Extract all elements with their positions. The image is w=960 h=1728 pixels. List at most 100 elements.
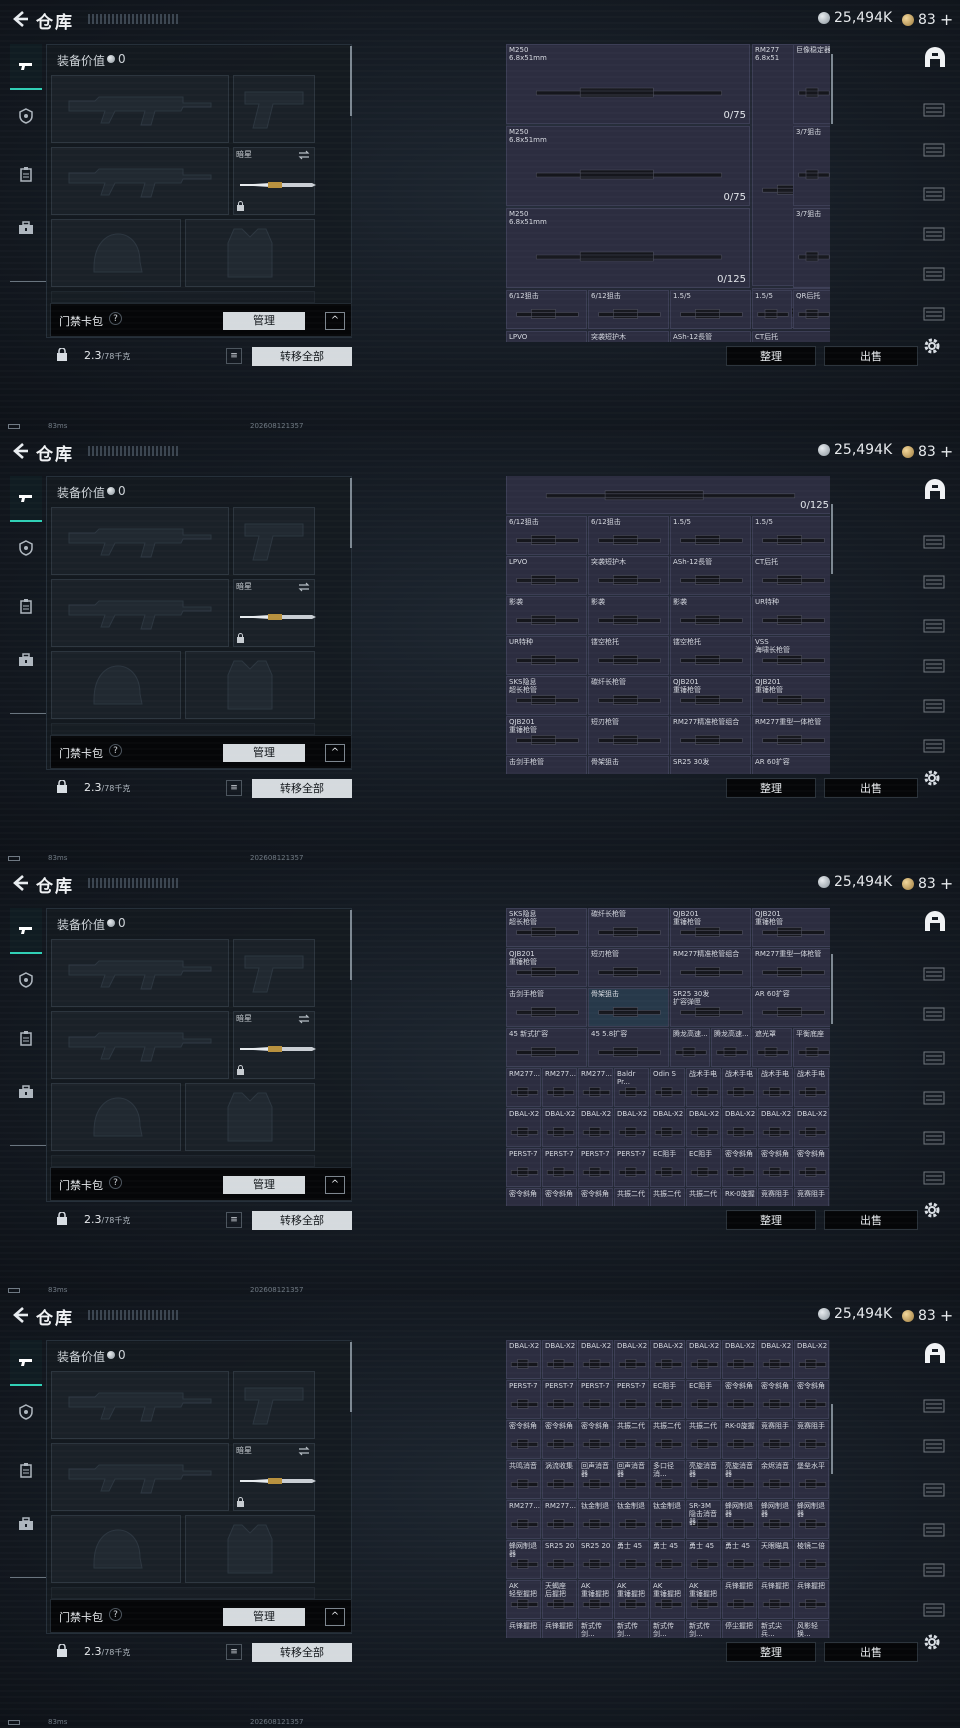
stash-item-cell[interactable]: DBAL-X2: [758, 1340, 793, 1379]
stash-item-cell[interactable]: EC阻手: [650, 1148, 685, 1187]
stash-item-cell[interactable]: 共振二代: [614, 1420, 649, 1459]
stash-item-cell[interactable]: 新式传剑...: [578, 1620, 613, 1638]
stash-item-cell[interactable]: DBAL-X2: [614, 1108, 649, 1147]
stash-item-cell[interactable]: 竞赛阻手: [794, 1420, 829, 1459]
stash-item-cell[interactable]: 战术手电: [722, 1068, 757, 1107]
stash-item-cell[interactable]: PERST-7: [614, 1148, 649, 1187]
stash-item-cell[interactable]: 腾龙高速...: [670, 1028, 710, 1067]
primary-weapon-slot[interactable]: [51, 507, 229, 575]
stash-item-cell[interactable]: 风影轻换...: [794, 1620, 829, 1638]
armor-slot[interactable]: [185, 651, 315, 719]
stash-item-cell[interactable]: QJB201 重锤枪管: [506, 716, 587, 755]
stash-item-cell[interactable]: 击剑手枪管: [506, 988, 587, 1027]
armor-slot[interactable]: [185, 1083, 315, 1151]
stash-item-cell[interactable]: 新式传剑...: [650, 1620, 685, 1638]
loadout-scrollbar[interactable]: [350, 46, 352, 116]
stash-item-cell[interactable]: SR25 30发: [670, 756, 751, 774]
gear-icon[interactable]: [922, 768, 942, 788]
stash-item-cell[interactable]: 竞赛阻手: [794, 1188, 829, 1206]
backpack-slot[interactable]: [51, 1587, 315, 1599]
nav-supplies-tab[interactable]: [10, 1018, 42, 1058]
container-icon[interactable]: [922, 962, 946, 984]
stash-item-cell[interactable]: 兵锋握把: [758, 1580, 793, 1619]
stash-item-cell[interactable]: DBAL-X2: [794, 1108, 829, 1147]
container-icon[interactable]: [922, 530, 946, 552]
stash-item-cell[interactable]: 1.5/5: [670, 516, 751, 555]
stash-item-cell[interactable]: LPVO: [506, 556, 587, 595]
helmet-slot[interactable]: [51, 1515, 181, 1583]
stash-item-cell[interactable]: 密令斜角: [722, 1380, 757, 1419]
stash-item-cell[interactable]: 影袭: [670, 596, 751, 635]
container-icon[interactable]: [922, 1434, 946, 1456]
backpack-slot[interactable]: [51, 291, 315, 303]
back-arrow-icon[interactable]: [10, 872, 32, 894]
stash-item-cell[interactable]: 影袭: [588, 596, 669, 635]
stash-item-cell[interactable]: AK 重锤握把: [578, 1580, 613, 1619]
stash-item-cell[interactable]: 密令斜角: [506, 1188, 541, 1206]
stash-item-cell[interactable]: QR后托: [793, 290, 830, 329]
stash-item-cell[interactable]: QJB201 重锤枪管: [752, 676, 830, 715]
stash-item-cell[interactable]: QJB201 重锤枪管: [670, 676, 751, 715]
transfer-all-button[interactable]: 转移全部: [252, 1211, 352, 1230]
manage-button[interactable]: 管理: [223, 744, 305, 762]
stash-item-cell[interactable]: RK-0旋握: [722, 1420, 757, 1459]
stash-item-cell[interactable]: 兵锋握把: [722, 1580, 757, 1619]
container-icon[interactable]: [922, 262, 946, 284]
stash-item-cell[interactable]: DBAL-X2: [722, 1108, 757, 1147]
stash-item-cell[interactable]: PERST-7: [506, 1380, 541, 1419]
stash-item-cell[interactable]: 战术手电: [758, 1068, 793, 1107]
container-icon[interactable]: [922, 98, 946, 120]
gold-currency[interactable]: 83 +: [902, 10, 953, 29]
stash-item-cell[interactable]: 碳纤长枪管: [588, 676, 669, 715]
stash-icon[interactable]: [922, 908, 948, 934]
stash-item-cell[interactable]: M250 6.8x51mm 0/125: [506, 208, 750, 288]
stash-item-cell[interactable]: 碳纤长枪管: [588, 908, 669, 947]
stash-item-cell[interactable]: 共鸣消音: [506, 1460, 541, 1499]
stash-item-cell[interactable]: RM277精准枪管组合: [670, 716, 751, 755]
container-icon[interactable]: [922, 222, 946, 244]
stash-item-cell[interactable]: 余烬消音: [758, 1460, 793, 1499]
stash-item-cell[interactable]: AK 重锤握把: [614, 1580, 649, 1619]
stash-item-cell[interactable]: SKS隐息 超长枪管: [506, 676, 587, 715]
gold-currency[interactable]: 83 +: [902, 1306, 953, 1325]
stash-item-cell[interactable]: 钛金制退: [578, 1500, 613, 1539]
melee-slot[interactable]: 暗星: [233, 147, 316, 215]
stash-item-cell[interactable]: 勇士 45: [722, 1540, 757, 1579]
stash-item-cell[interactable]: RM277...: [506, 1068, 541, 1107]
sidearm-slot[interactable]: [233, 939, 315, 1007]
stash-item-cell[interactable]: 骨架狙击: [588, 988, 669, 1027]
melee-slot[interactable]: 暗星: [233, 579, 316, 647]
stash-item-cell[interactable]: 蜂网制退器: [722, 1500, 757, 1539]
container-icon[interactable]: [922, 734, 946, 756]
stash-item-cell[interactable]: 突袭短护木: [588, 556, 669, 595]
manage-button[interactable]: 管理: [223, 312, 305, 330]
stash-item-cell[interactable]: 亮旋消音器: [722, 1460, 757, 1499]
gear-icon[interactable]: [922, 1632, 942, 1652]
stash-item-cell[interactable]: 堡垒水平: [794, 1460, 829, 1499]
container-icon[interactable]: [922, 1002, 946, 1024]
nav-weapons-tab[interactable]: [10, 476, 42, 522]
add-currency-icon[interactable]: +: [940, 10, 953, 29]
stash-item-cell[interactable]: 共振二代: [650, 1420, 685, 1459]
manage-button[interactable]: 管理: [223, 1176, 305, 1194]
stash-item-cell[interactable]: RM277精准枪管组合: [670, 948, 751, 987]
stash-icon[interactable]: [922, 44, 948, 70]
stash-item-cell[interactable]: 共振二代: [686, 1420, 721, 1459]
list-icon[interactable]: ≡: [226, 780, 242, 796]
stash-item-cell[interactable]: 战术手电: [686, 1068, 721, 1107]
back-arrow-icon[interactable]: [10, 440, 32, 462]
gold-currency[interactable]: 83 +: [902, 874, 953, 893]
list-icon[interactable]: ≡: [226, 1212, 242, 1228]
stash-item-cell[interactable]: QJB201 重锤枪管: [752, 908, 830, 947]
stash-item-cell[interactable]: RM277...: [542, 1500, 577, 1539]
stash-item-cell[interactable]: 共振二代: [614, 1188, 649, 1206]
stash-item-cell[interactable]: M250 6.8x51mm 0/75: [506, 126, 750, 206]
back-arrow-icon[interactable]: [10, 1304, 32, 1326]
stash-item-cell[interactable]: 6/12狙击: [506, 516, 587, 555]
chevron-up-icon[interactable]: ^: [325, 1608, 345, 1626]
list-icon[interactable]: ≡: [226, 1644, 242, 1660]
stash-item-cell[interactable]: 涡流收集: [542, 1460, 577, 1499]
stash-item-cell[interactable]: 45 新式扩容: [506, 1028, 587, 1067]
stash-item-cell[interactable]: 回声消音器: [614, 1460, 649, 1499]
stash-item-cell[interactable]: CT后托: [752, 556, 830, 595]
